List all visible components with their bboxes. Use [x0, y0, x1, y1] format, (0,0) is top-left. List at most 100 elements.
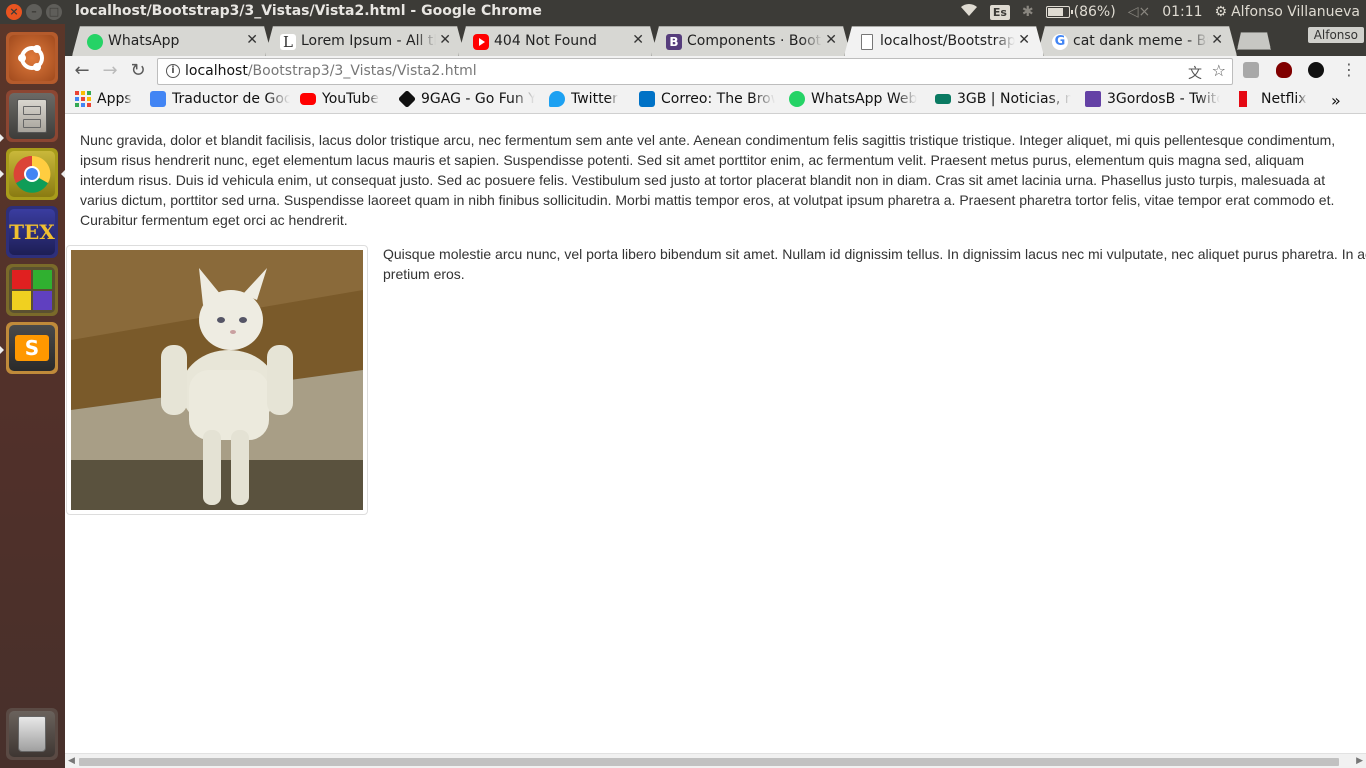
url-text[interactable]: localhost/Bootstrap3/3_Vistas/Vista2.htm…: [185, 63, 477, 79]
maximize-window-button[interactable]: □: [46, 4, 62, 20]
tab-lorem-ipsum[interactable]: L Lorem Ipsum - All the facts - Lipsum g…: [265, 26, 465, 56]
tab-strip: WhatsApp ✕ L Lorem Ipsum - All the facts…: [65, 24, 1366, 56]
bookmark-label: Twitter: [571, 91, 618, 107]
outlook-icon: [639, 91, 655, 107]
info-icon[interactable]: i: [166, 64, 180, 78]
active-indicator: [0, 134, 4, 142]
address-bar[interactable]: i localhost/Bootstrap3/3_Vistas/Vista2.h…: [157, 58, 1233, 85]
back-button[interactable]: ←: [71, 60, 93, 81]
rubik-launcher-button[interactable]: [6, 264, 58, 316]
bookmark-label: Traductor de Google: [172, 91, 290, 107]
new-tab-button[interactable]: [1237, 32, 1271, 50]
bookmark-correo[interactable]: Correo: The Browser: [639, 91, 775, 107]
tab-label: Lorem Ipsum - All the facts - Lipsum gen…: [301, 33, 434, 49]
tab-label: WhatsApp: [108, 33, 180, 49]
window-title: localhost/Bootstrap3/3_Vistas/Vista2.htm…: [75, 3, 542, 19]
chrome-launcher-button[interactable]: [6, 148, 58, 200]
scroll-left-icon[interactable]: ◀: [68, 756, 75, 766]
user-name: Alfonso Villanueva: [1231, 4, 1360, 20]
whatsapp-icon: [789, 91, 805, 107]
minimize-window-button[interactable]: –: [26, 4, 42, 20]
bluetooth-icon[interactable]: ✱: [1022, 4, 1034, 20]
bookmark-twitch[interactable]: 3GordosB - Twitch: [1085, 91, 1220, 107]
tab-404-not-found[interactable]: 404 Not Found ✕: [458, 26, 658, 56]
tab-whatsapp[interactable]: WhatsApp ✕: [72, 26, 272, 56]
sublime-text-icon: S: [15, 335, 49, 361]
forward-button[interactable]: →: [99, 60, 121, 81]
horizontal-scrollbar[interactable]: ◀ ▶: [65, 753, 1366, 768]
gear-icon: ⚙: [1214, 4, 1228, 20]
ublock-icon[interactable]: [1276, 62, 1292, 78]
bookmark-9gag[interactable]: 9GAG - Go Fun Yourself: [399, 91, 535, 107]
window-controls: × – □: [6, 4, 62, 20]
close-tab-icon[interactable]: ✕: [825, 32, 837, 48]
battery-icon: [1045, 6, 1073, 18]
texmaker-launcher-button[interactable]: TEX: [6, 206, 58, 258]
whatsapp-icon: [87, 34, 103, 50]
browser-toolbar: ← → ↻ i localhost/Bootstrap3/3_Vistas/Vi…: [65, 56, 1366, 86]
tab-components-bootstrap[interactable]: B Components · Bootstrap ✕: [651, 26, 851, 56]
files-launcher-button[interactable]: [6, 90, 58, 142]
bookmarks-bar: Apps Traductor de Google YouTube 9GAG - …: [65, 86, 1366, 114]
file-cabinet-icon: [17, 99, 47, 133]
profile-button[interactable]: Alfonso: [1307, 27, 1364, 43]
bookmark-label: WhatsApp Web: [811, 91, 918, 107]
bookmark-netflix[interactable]: Netflix: [1235, 91, 1315, 107]
bookmark-3gb[interactable]: 3GB | Noticias, música: [935, 91, 1071, 107]
twitter-icon: [549, 91, 565, 107]
translate-icon[interactable]: 文: [1188, 63, 1202, 83]
close-tab-icon[interactable]: ✕: [1018, 32, 1030, 48]
twitch-icon: [1085, 91, 1101, 107]
extension-h-icon[interactable]: [1243, 62, 1259, 78]
keyboard-layout-indicator[interactable]: Es: [989, 4, 1010, 20]
close-window-button[interactable]: ×: [6, 4, 22, 20]
tab-label: 404 Not Found: [494, 33, 597, 49]
bookmark-apps[interactable]: Apps: [75, 91, 155, 107]
bookmark-twitter[interactable]: Twitter: [549, 91, 629, 107]
bookmark-google-translate[interactable]: Traductor de Google: [150, 91, 290, 107]
scrollbar-thumb[interactable]: [79, 758, 1339, 766]
close-tab-icon[interactable]: ✕: [246, 32, 258, 48]
sublime-text-launcher-button[interactable]: S: [6, 322, 58, 374]
page-icon: [861, 34, 873, 50]
clock[interactable]: 01:11: [1162, 4, 1202, 20]
tab-label: cat dank meme - Buscar con Google: [1073, 33, 1207, 49]
bookmark-youtube[interactable]: YouTube: [300, 91, 400, 107]
scroll-right-icon[interactable]: ▶: [1356, 756, 1363, 766]
intro-paragraph: Nunc gravida, dolor et blandit facilisis…: [80, 132, 1336, 228]
trash-launcher-button[interactable]: [6, 708, 58, 760]
google-icon: G: [1052, 34, 1068, 50]
wifi-icon[interactable]: [960, 3, 978, 21]
tab-localhost-vista2[interactable]: localhost/Bootstrap3/3_Vistas/Vista2.htm…: [844, 26, 1044, 56]
chrome-menu-icon[interactable]: ⋮: [1338, 60, 1360, 79]
battery-level-fill: [1047, 8, 1063, 16]
close-tab-icon[interactable]: ✕: [632, 32, 644, 48]
colored-squares-icon: [12, 270, 52, 310]
image-thumbnail: [66, 245, 368, 515]
session-menu[interactable]: ⚙ Alfonso Villanueva: [1215, 4, 1360, 20]
bookmarks-overflow-button[interactable]: »: [1331, 91, 1341, 110]
reload-button[interactable]: ↻: [127, 60, 149, 81]
bootstrap-icon: B: [666, 34, 682, 50]
page-content: Nunc gravida, dolor et blandit facilisis…: [65, 115, 1366, 753]
bookmark-label: 9GAG - Go Fun Yourself: [421, 91, 535, 107]
netflix-icon: [1239, 91, 1247, 107]
battery-indicator[interactable]: (86%): [1045, 4, 1116, 20]
youtube-icon: [473, 34, 489, 50]
close-tab-icon[interactable]: ✕: [1211, 32, 1223, 48]
tab-cat-dank-meme[interactable]: G cat dank meme - Buscar con Google ✕: [1037, 26, 1237, 56]
3gb-icon: [935, 94, 951, 104]
bookmark-label: YouTube: [322, 91, 379, 107]
ubuntu-dash-button[interactable]: [6, 32, 58, 84]
youtube-icon: [300, 93, 316, 105]
launcher: TEX S: [0, 24, 65, 768]
bookmark-label: 3GordosB - Twitch: [1107, 91, 1220, 107]
extension-paw-icon[interactable]: [1308, 62, 1324, 78]
volume-muted-icon[interactable]: ◁×: [1128, 4, 1151, 20]
lipsum-icon: L: [280, 34, 296, 50]
bookmark-whatsapp-web[interactable]: WhatsApp Web: [789, 91, 929, 107]
close-tab-icon[interactable]: ✕: [439, 32, 451, 48]
tab-label: Components · Bootstrap: [687, 33, 822, 49]
tab-label: localhost/Bootstrap3/3_Vistas/Vista2.htm…: [880, 33, 1015, 49]
bookmark-star-icon[interactable]: ☆: [1212, 61, 1226, 80]
